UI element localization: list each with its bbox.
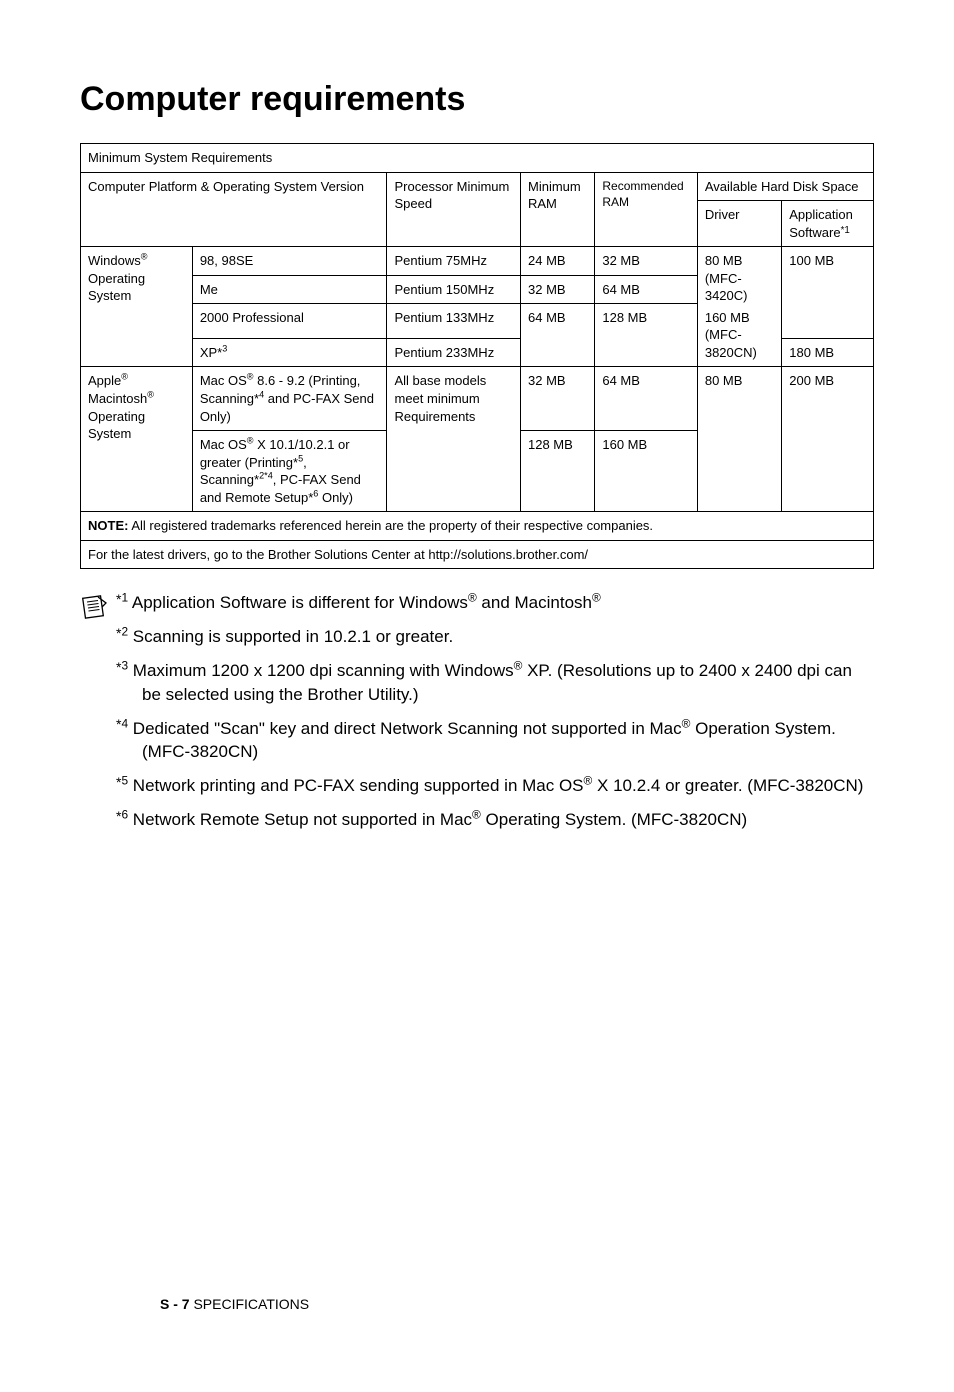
mac-os-classic: Mac OS® 8.6 - 9.2 (Printing, Scanning*4 … [192, 367, 387, 431]
win-proc-98: Pentium 75MHz [387, 247, 521, 276]
mac-proc: All base models meet minimum Requirement… [387, 367, 521, 512]
win-min-2000xp: 64 MB [521, 304, 595, 367]
table-caption: Minimum System Requirements [81, 144, 874, 173]
footnote-5: *5 Network printing and PC-FAX sending s… [116, 774, 874, 798]
footnote-6: *6 Network Remote Setup not supported in… [116, 808, 874, 832]
page-footer: S - 7 SPECIFICATIONS [160, 1296, 309, 1312]
mac-app-space: 200 MB [782, 367, 874, 512]
win-driver-space: 80 MB (MFC-3420C) 160 MB (MFC-3820CN) [697, 247, 781, 367]
win-proc-2000: Pentium 133MHz [387, 304, 521, 339]
mac-min-x: 128 MB [521, 431, 595, 512]
mac-os-x: Mac OS® X 10.1/10.2.1 or greater (Printi… [192, 431, 387, 512]
note-icon [80, 593, 108, 626]
footnote-3: *3 Maximum 1200 x 1200 dpi scanning with… [116, 659, 874, 707]
win-min-me: 32 MB [521, 275, 595, 304]
win-os-xp: XP*3 [192, 338, 387, 367]
win-rec-me: 64 MB [595, 275, 697, 304]
latest-drivers-note: For the latest drivers, go to the Brothe… [81, 540, 874, 569]
win-app-space-b: 180 MB [782, 338, 874, 367]
footnote-1: *1 Application Software is different for… [116, 591, 874, 615]
col-processor: Processor Minimum Speed [387, 172, 521, 247]
win-rec-2000xp: 128 MB [595, 304, 697, 367]
col-min-ram: Minimum RAM [521, 172, 595, 247]
footnotes: *1 Application Software is different for… [116, 591, 874, 841]
win-min-98: 24 MB [521, 247, 595, 276]
mac-rec-x: 160 MB [595, 431, 697, 512]
mac-group: Apple® Macintosh® Operating System [81, 367, 193, 512]
win-app-space-a: 100 MB [782, 247, 874, 339]
mac-rec-classic: 64 MB [595, 367, 697, 431]
mac-min-classic: 32 MB [521, 367, 595, 431]
col-driver: Driver [697, 201, 781, 247]
trademark-note: NOTE: All registered trademarks referenc… [81, 512, 874, 541]
requirements-table: Minimum System Requirements Computer Pla… [80, 143, 874, 569]
footnote-4: *4 Dedicated "Scan" key and direct Netwo… [116, 717, 874, 765]
win-os-2000: 2000 Professional [192, 304, 387, 339]
win-group: Windows® Operating System [81, 247, 193, 367]
col-rec-ram: Recommended RAM [595, 172, 697, 247]
col-app-software: Application Software*1 [782, 201, 874, 247]
page-title: Computer requirements [80, 80, 874, 119]
win-os-98: 98, 98SE [192, 247, 387, 276]
mac-driver-space: 80 MB [697, 367, 781, 512]
win-rec-98: 32 MB [595, 247, 697, 276]
footnote-2: *2 Scanning is supported in 10.2.1 or gr… [116, 625, 874, 649]
col-hdd: Available Hard Disk Space [697, 172, 873, 201]
win-proc-xp: Pentium 233MHz [387, 338, 521, 367]
col-platform: Computer Platform & Operating System Ver… [81, 172, 387, 247]
win-proc-me: Pentium 150MHz [387, 275, 521, 304]
win-os-me: Me [192, 275, 387, 304]
